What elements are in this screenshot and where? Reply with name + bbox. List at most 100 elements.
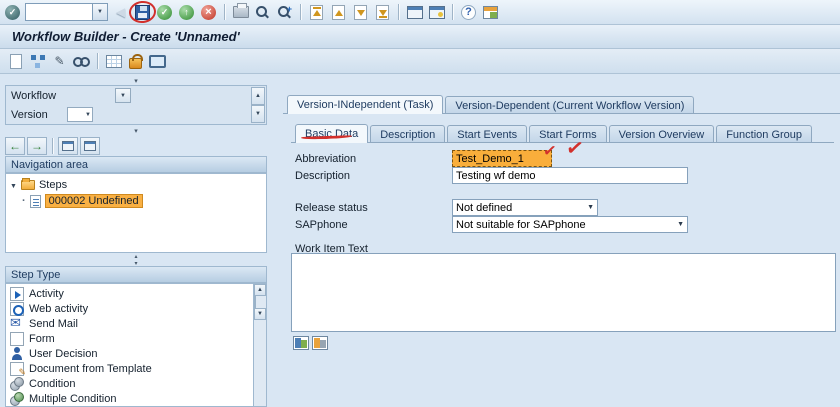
navigation-back-icon[interactable] xyxy=(5,137,25,155)
scroll-up-icon[interactable] xyxy=(251,87,265,105)
save-button[interactable] xyxy=(133,3,152,22)
list-item-label: Activity xyxy=(29,288,64,300)
scroll-down-icon[interactable] xyxy=(254,308,266,320)
list-item-label: Web activity xyxy=(29,303,88,315)
step-type-list: Activity Web activity Send Mail Form Use… xyxy=(5,283,267,407)
outline-view-button[interactable] xyxy=(58,137,78,155)
collapse-handle-top[interactable] xyxy=(5,77,267,85)
customize-layout-button[interactable] xyxy=(481,3,500,22)
text-elements-icon[interactable] xyxy=(312,336,328,350)
insert-variable-icon[interactable] xyxy=(293,336,309,350)
new-session-icon xyxy=(407,6,423,19)
standard-toolbar xyxy=(0,0,840,25)
first-page-button[interactable] xyxy=(307,3,326,22)
scroll-thumb[interactable] xyxy=(254,295,256,309)
find-next-icon xyxy=(277,5,292,20)
subtab-start-events[interactable]: Start Events xyxy=(447,125,527,143)
subtab-start-forms[interactable]: Start Forms xyxy=(529,125,606,143)
cancel-button[interactable] xyxy=(199,3,218,22)
list-item-label: Form xyxy=(29,333,55,345)
list-item[interactable]: Send Mail xyxy=(6,316,266,331)
enter-button[interactable] xyxy=(3,3,22,22)
find-button[interactable] xyxy=(253,3,272,22)
work-item-textarea[interactable] xyxy=(291,253,836,332)
sapphone-dropdown[interactable]: Not suitable for SAPphone xyxy=(452,216,688,233)
previous-page-button[interactable] xyxy=(329,3,348,22)
navigation-area-header: Navigation area xyxy=(5,156,267,173)
back-icon[interactable] xyxy=(111,3,130,22)
last-page-button[interactable] xyxy=(373,3,392,22)
list-item-label: Condition xyxy=(29,378,75,390)
help-button[interactable] xyxy=(459,3,478,22)
release-status-dropdown[interactable]: Not defined xyxy=(452,199,598,216)
scroll-down-icon[interactable] xyxy=(251,105,265,123)
description-input[interactable] xyxy=(452,167,688,184)
fullscreen-icon xyxy=(149,55,166,68)
graphical-model-button[interactable] xyxy=(28,52,47,71)
continue-icon xyxy=(157,5,172,20)
toolbar-separator xyxy=(52,138,53,154)
toolbar-separator xyxy=(97,53,98,69)
create-shortcut-icon xyxy=(429,6,445,19)
continue-button[interactable] xyxy=(155,3,174,22)
outline-view-icon xyxy=(62,141,74,151)
print-button[interactable] xyxy=(231,3,250,22)
version-combo[interactable] xyxy=(67,107,93,122)
tab-version-independent[interactable]: Version-INdependent (Task) xyxy=(287,95,443,114)
release-status-label: Release status xyxy=(295,202,368,214)
toolbar-separator xyxy=(300,4,301,20)
toolbox-button[interactable] xyxy=(126,52,145,71)
list-item[interactable]: Web activity xyxy=(6,301,266,316)
navigation-area-label: Navigation area xyxy=(11,159,88,171)
table-view-button[interactable] xyxy=(104,52,123,71)
tree-node-step-undefined[interactable]: 000002 Undefined xyxy=(6,193,266,209)
create-button[interactable] xyxy=(6,52,25,71)
find-next-button[interactable] xyxy=(275,3,294,22)
list-item[interactable]: Activity xyxy=(6,286,266,301)
list-item[interactable]: Condition xyxy=(6,376,266,391)
detail-tabstrip: Basic Data Description Start Events Star… xyxy=(295,124,812,143)
create-icon xyxy=(10,54,22,69)
step-list-scrollbar xyxy=(253,284,266,406)
subtab-function-group[interactable]: Function Group xyxy=(716,125,812,143)
first-page-icon xyxy=(310,5,323,20)
tree-node-steps[interactable]: Steps xyxy=(6,177,266,193)
abbreviation-input[interactable] xyxy=(452,150,552,167)
workflow-selector-row: Workflow xyxy=(6,86,266,105)
help-icon xyxy=(461,5,476,20)
fullscreen-button[interactable] xyxy=(148,52,167,71)
main-tabstrip: Version-INdependent (Task) Version-Depen… xyxy=(287,95,694,114)
command-dropdown-icon[interactable] xyxy=(93,3,108,21)
list-item-label: Send Mail xyxy=(29,318,78,330)
list-item[interactable]: Document from Template xyxy=(6,361,266,376)
title-bar: Workflow Builder - Create 'Unnamed' xyxy=(0,25,840,49)
release-status-value: Not defined xyxy=(456,202,512,214)
display-button[interactable] xyxy=(72,52,91,71)
tab-version-dependent[interactable]: Version-Dependent (Current Workflow Vers… xyxy=(445,96,694,114)
list-item-label: Multiple Condition xyxy=(29,393,116,405)
command-input[interactable] xyxy=(25,3,93,21)
workflow-dropdown-icon[interactable] xyxy=(115,88,131,103)
list-item[interactable]: Multiple Condition xyxy=(6,391,266,406)
navigation-forward-icon[interactable] xyxy=(27,137,47,155)
next-page-icon xyxy=(354,5,367,20)
selected-tree-item[interactable]: 000002 Undefined xyxy=(45,194,143,208)
splitter-handle[interactable] xyxy=(5,253,267,266)
tree-node-label: Steps xyxy=(39,179,67,191)
new-session-button[interactable] xyxy=(405,3,424,22)
next-page-button[interactable] xyxy=(351,3,370,22)
tree-expander-icon[interactable] xyxy=(10,179,17,191)
graphic-view-button[interactable] xyxy=(80,137,100,155)
subtab-description[interactable]: Description xyxy=(370,125,445,143)
subtab-version-overview[interactable]: Version Overview xyxy=(609,125,715,143)
table-view-icon xyxy=(106,55,122,68)
create-shortcut-button[interactable] xyxy=(427,3,446,22)
list-item[interactable]: User Decision xyxy=(6,346,266,361)
list-item[interactable]: Form xyxy=(6,331,266,346)
exit-button[interactable] xyxy=(177,3,196,22)
print-icon xyxy=(233,6,249,18)
subtab-basic-data[interactable]: Basic Data xyxy=(295,124,368,143)
work-item-toolbar xyxy=(293,336,328,350)
collapse-handle-middle[interactable] xyxy=(5,127,267,135)
change-icon[interactable] xyxy=(50,52,69,71)
